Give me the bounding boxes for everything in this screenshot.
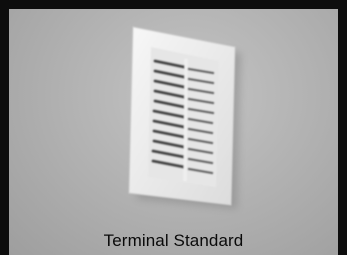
image-frame: Terminal Standard	[0, 0, 347, 255]
grille-divider	[183, 58, 188, 182]
caption: Terminal Standard	[103, 231, 244, 250]
vent-grille-illustration	[128, 26, 241, 209]
vent-photo: Terminal Standard	[9, 9, 338, 255]
